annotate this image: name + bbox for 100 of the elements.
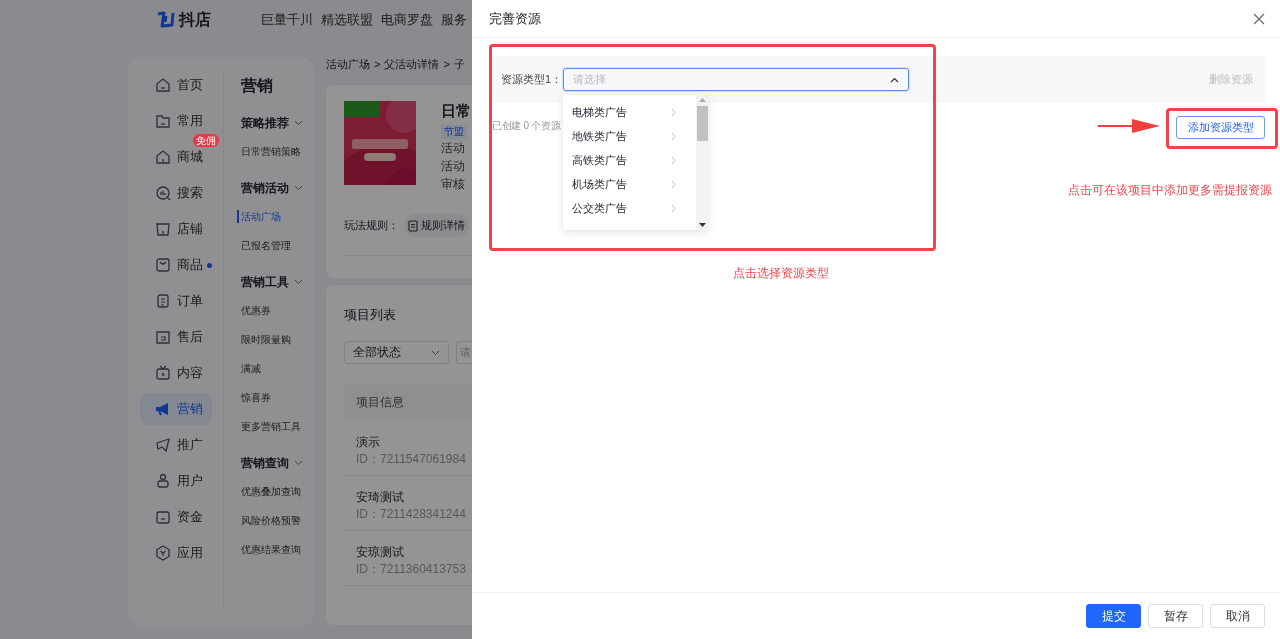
- project-id: ID：7211547061984: [356, 451, 467, 467]
- submenu-item[interactable]: 优惠结果查询: [241, 535, 313, 564]
- sidebar-item[interactable]: 店铺: [140, 219, 212, 239]
- action-button[interactable]: 暂存: [1148, 604, 1203, 628]
- nav-link[interactable]: 服务: [441, 11, 467, 29]
- submenu-item[interactable]: 风险价格预警: [241, 506, 313, 535]
- menu-group-header[interactable]: 策略推荐: [241, 109, 313, 137]
- submenu-item[interactable]: 限时限量购: [241, 325, 313, 354]
- breadcrumb-separator: >: [374, 58, 381, 70]
- tag: 节盟: [441, 125, 467, 139]
- sidebar-item[interactable]: 营销: [140, 393, 212, 425]
- nav-link[interactable]: 精选联盟: [321, 11, 373, 29]
- project-id: ID：7211360413753: [356, 561, 467, 577]
- info-text: 活动: [441, 158, 466, 175]
- resource-count: 已创建 0 个资源: [492, 119, 561, 133]
- scrollbar-thumb[interactable]: [696, 106, 708, 141]
- menu-group-header[interactable]: 营销活动: [241, 174, 313, 202]
- activity-title: 日常: [441, 101, 471, 121]
- badge: 免佣: [193, 134, 219, 147]
- menu-group-header[interactable]: 营销查询: [241, 449, 313, 477]
- chevron-right-icon: [671, 155, 676, 165]
- drawer-title: 完善资源: [489, 9, 541, 28]
- action-button[interactable]: 取消: [1210, 604, 1265, 628]
- sidebar-item[interactable]: 商品: [140, 255, 212, 275]
- chevron-right-icon: [671, 179, 676, 189]
- tv-icon: [155, 365, 171, 381]
- sidebar-item[interactable]: 资金: [140, 507, 212, 527]
- section-title: 营销: [241, 76, 274, 96]
- submit-button[interactable]: 提交: [1086, 604, 1141, 628]
- close-icon: [1253, 12, 1265, 25]
- field-label: 资源类型1：: [501, 72, 563, 87]
- close-button[interactable]: [1253, 12, 1265, 25]
- chevron-icon: [294, 460, 303, 466]
- nav-link[interactable]: 电商罗盘: [381, 11, 433, 29]
- submenu-item[interactable]: 更多营销工具: [241, 412, 313, 441]
- annotation-text: 点击选择资源类型: [733, 265, 829, 282]
- sidebar-item[interactable]: 常用: [140, 111, 212, 131]
- project-name: 安琦测试: [356, 489, 405, 506]
- chevron-icon: [294, 279, 303, 285]
- column-header: 项目信息: [356, 394, 404, 411]
- logo-text: 抖店: [179, 9, 211, 30]
- submenu-item[interactable]: 惊喜券: [241, 383, 313, 412]
- submenu-item[interactable]: 日常营销策略: [241, 137, 313, 166]
- arrow-icon: [1098, 118, 1160, 134]
- rules-button[interactable]: 规则详情: [404, 214, 469, 237]
- scroll-up-icon: [698, 98, 706, 102]
- search-icon: [155, 185, 171, 201]
- document-icon: [155, 293, 171, 309]
- scrollbar[interactable]: [696, 95, 708, 230]
- sidebar-item[interactable]: 售后: [140, 327, 212, 347]
- menu-group-header[interactable]: 营销工具: [241, 268, 313, 296]
- info-text: 活动: [441, 140, 466, 157]
- sidebar-item[interactable]: 首页: [140, 75, 212, 95]
- wallet-icon: [155, 509, 171, 525]
- sidebar-item[interactable]: 内容: [140, 363, 212, 383]
- sidebar-item[interactable]: 搜索: [140, 183, 212, 203]
- dropdown-option[interactable]: 地铁类广告: [563, 124, 696, 148]
- chevron-icon: [431, 349, 440, 356]
- chevron-icon: [294, 185, 303, 191]
- logo-icon: [155, 10, 175, 30]
- breadcrumb-separator: >: [443, 58, 450, 70]
- breadcrumb-link[interactable]: 活动广场: [326, 56, 370, 72]
- chevron-right-icon: [671, 131, 676, 141]
- dropdown-option[interactable]: 高铁类广告: [563, 148, 696, 172]
- megaphone-icon: [155, 401, 171, 417]
- annotation-text: 点击可在该项目中添加更多需提报资源: [1068, 182, 1272, 199]
- dropdown-option[interactable]: 机场类广告: [563, 172, 696, 196]
- breadcrumb-link[interactable]: 父活动详情: [384, 56, 440, 72]
- submenu-item[interactable]: 优惠券: [241, 296, 313, 325]
- submenu-item[interactable]: 满减: [241, 354, 313, 383]
- section-title: 项目列表: [344, 306, 397, 324]
- project-name: 演示: [356, 434, 381, 451]
- submenu-item[interactable]: 优惠叠加查询: [241, 477, 313, 506]
- sidebar-item[interactable]: 应用: [140, 543, 212, 563]
- dropdown-option[interactable]: 电梯类广告: [563, 100, 696, 124]
- sidebar-item[interactable]: 推广: [140, 435, 212, 455]
- home-icon: [155, 77, 171, 93]
- sidebar-item[interactable]: 用户: [140, 471, 212, 491]
- caret-icon: [890, 76, 899, 83]
- info-text: 审核: [441, 176, 466, 193]
- document-icon: [408, 219, 418, 232]
- breadcrumb-link[interactable]: 子: [453, 56, 465, 72]
- hexagon-icon: [155, 545, 171, 561]
- sidebar-item[interactable]: 商城: [140, 147, 212, 167]
- status-dropdown[interactable]: 全部状态: [344, 341, 449, 364]
- house-icon: [155, 149, 171, 165]
- paper-plane-icon: [155, 437, 171, 453]
- dropdown-option[interactable]: 公交类广告: [563, 196, 696, 220]
- field-label: 玩法规则：: [344, 218, 399, 233]
- sidebar-item[interactable]: 订单: [140, 291, 212, 311]
- submenu-item[interactable]: 活动广场: [237, 210, 313, 223]
- submenu-item[interactable]: 已报名管理: [241, 231, 313, 260]
- folder-icon: [155, 113, 171, 129]
- nav-link[interactable]: 巨量千川: [261, 11, 313, 29]
- chevron-right-icon: [671, 107, 676, 117]
- project-name: 安琼测试: [356, 544, 405, 561]
- scroll-down-icon: [698, 223, 706, 227]
- chevron-icon: [294, 120, 303, 126]
- add-resource-type-button[interactable]: 添加资源类型: [1176, 116, 1265, 139]
- chevron-right-icon: [671, 203, 676, 213]
